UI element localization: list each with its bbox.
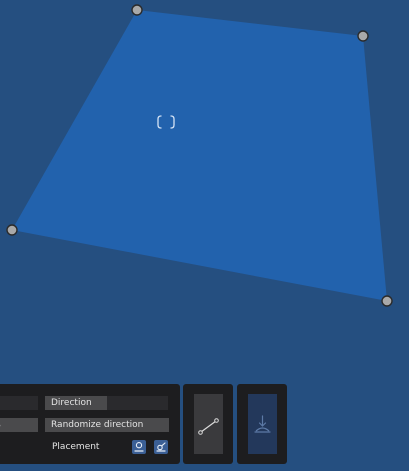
vertex-handle-bottom-left[interactable] <box>6 224 18 236</box>
option-field-row2[interactable]: s <box>0 418 38 432</box>
option-field-row1[interactable] <box>0 396 38 410</box>
line-tool-button[interactable] <box>194 394 223 454</box>
editor-canvas[interactable]: Direction s Randomize direction Placemen… <box>0 0 409 471</box>
direction-label: Direction <box>45 396 107 410</box>
line-segment-icon <box>198 418 219 435</box>
vertex-handle-top-left[interactable] <box>131 4 143 16</box>
placement-person-button[interactable] <box>132 440 146 454</box>
export-panel <box>237 384 287 464</box>
quadrilateral-shape[interactable] <box>12 10 387 301</box>
vertex-handle-top-right[interactable] <box>357 30 369 42</box>
placement-direction-button[interactable] <box>154 440 168 454</box>
person-direction-icon <box>156 442 166 452</box>
download-tray-icon <box>254 415 271 433</box>
direction-input[interactable] <box>107 396 168 410</box>
person-outline-icon <box>134 442 144 452</box>
line-tool-panel <box>183 384 233 464</box>
placement-label: Placement <box>52 442 100 452</box>
options-panel: Direction s Randomize direction Placemen… <box>0 384 180 464</box>
export-button[interactable] <box>248 394 277 454</box>
randomize-direction-button[interactable]: Randomize direction <box>45 418 169 432</box>
vertex-handle-bottom-right[interactable] <box>381 295 393 307</box>
